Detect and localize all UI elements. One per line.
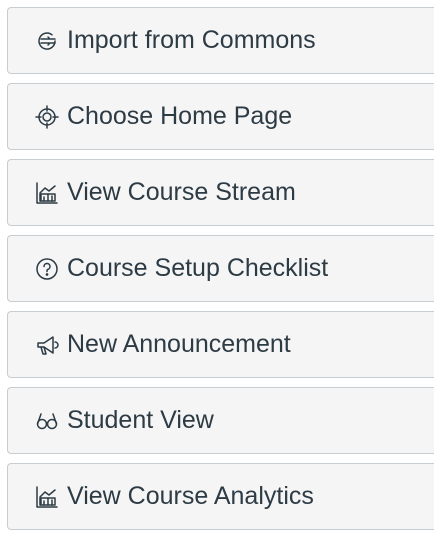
student-view-button[interactable]: Student View: [7, 387, 434, 454]
new-announcement-label: New Announcement: [67, 330, 291, 358]
view-course-analytics-label: View Course Analytics: [67, 482, 314, 510]
view-course-stream-button[interactable]: View Course Stream: [7, 159, 434, 226]
import-from-commons-button[interactable]: Import from Commons: [7, 7, 434, 74]
target-icon: [34, 104, 60, 130]
course-actions-sidebar: Import from Commons Choose Home Page Vie…: [7, 7, 434, 539]
analytics-icon: [34, 484, 60, 510]
choose-home-page-label: Choose Home Page: [67, 102, 293, 130]
commons-icon: [34, 28, 60, 54]
new-announcement-button[interactable]: New Announcement: [7, 311, 434, 378]
course-setup-checklist-label: Course Setup Checklist: [67, 254, 329, 282]
question-circle-icon: [34, 256, 60, 282]
view-course-analytics-button[interactable]: View Course Analytics: [7, 463, 434, 530]
stream-icon: [34, 180, 60, 206]
glasses-icon: [34, 408, 60, 434]
choose-home-page-button[interactable]: Choose Home Page: [7, 83, 434, 150]
view-course-stream-label: View Course Stream: [67, 178, 296, 206]
course-setup-checklist-button[interactable]: Course Setup Checklist: [7, 235, 434, 302]
student-view-label: Student View: [67, 406, 214, 434]
import-from-commons-label: Import from Commons: [67, 26, 316, 54]
megaphone-icon: [34, 332, 60, 358]
